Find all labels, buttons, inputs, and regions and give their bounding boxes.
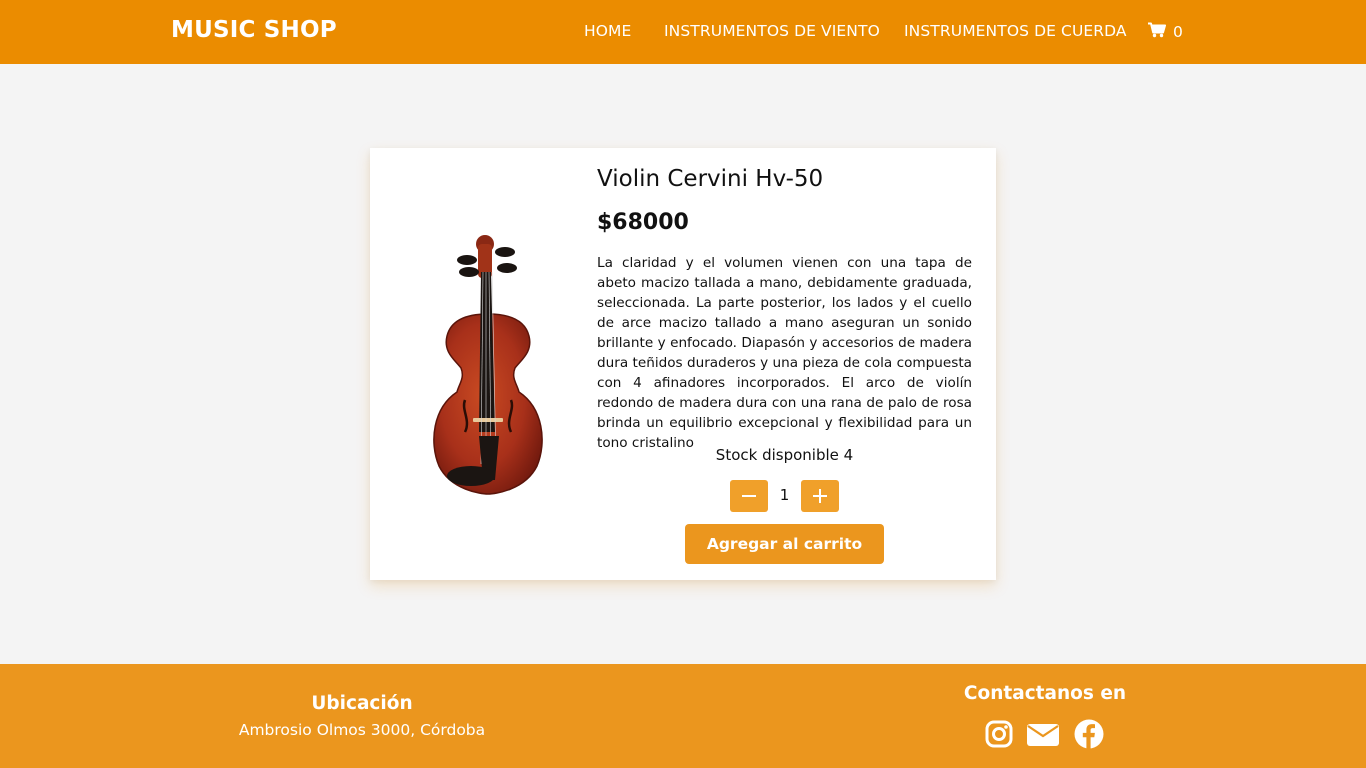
instagram-icon xyxy=(985,720,1013,748)
cart-count: 0 xyxy=(1173,23,1183,41)
nav-link-instrumentos-de-cuerda[interactable]: INSTRUMENTOS DE CUERDA xyxy=(904,22,1127,40)
add-to-cart-button[interactable]: Agregar al carrito xyxy=(685,524,884,564)
facebook-link[interactable] xyxy=(1073,719,1105,749)
cart-button[interactable]: 0 xyxy=(1148,22,1183,42)
product-title: Violin Cervini Hv-50 xyxy=(597,166,824,192)
quantity-value: 1 xyxy=(779,486,790,504)
mail-link[interactable] xyxy=(1026,719,1060,749)
mail-icon xyxy=(1027,724,1059,746)
plus-icon xyxy=(813,489,827,503)
decrease-quantity-button[interactable] xyxy=(730,480,768,512)
footer xyxy=(0,664,1366,768)
product-description: La claridad y el volumen vienen con una … xyxy=(597,255,972,451)
product-image xyxy=(421,232,556,496)
brand-logo[interactable]: MUSIC SHOP xyxy=(171,17,337,43)
stock-label: Stock disponible 4 xyxy=(715,446,854,464)
minus-icon xyxy=(742,495,756,497)
nav-link-instrumentos-de-viento[interactable]: INSTRUMENTOS DE VIENTO xyxy=(664,22,880,40)
increase-quantity-button[interactable] xyxy=(801,480,839,512)
navbar: MUSIC SHOP HOME INSTRUMENTOS DE VIENTO I… xyxy=(0,0,1366,64)
location-title: Ubicación xyxy=(311,693,413,714)
nav-link-home[interactable]: HOME xyxy=(584,22,631,40)
product-price: $68000 xyxy=(597,210,689,235)
contact-title: Contactanos en xyxy=(963,683,1127,704)
instagram-link[interactable] xyxy=(983,719,1015,749)
cart-icon xyxy=(1148,22,1166,42)
location-address: Ambrosio Olmos 3000, Córdoba xyxy=(238,721,486,739)
facebook-icon xyxy=(1074,719,1104,749)
